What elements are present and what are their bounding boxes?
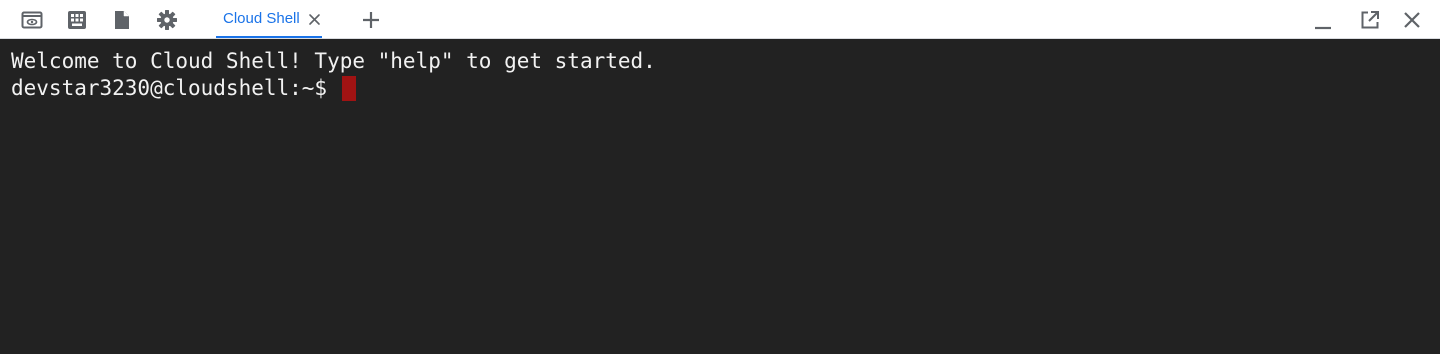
file-icon[interactable] xyxy=(110,8,134,32)
welcome-message: Welcome to Cloud Shell! Type "help" to g… xyxy=(11,49,656,73)
close-tab-icon[interactable] xyxy=(308,13,321,26)
terminal-cursor xyxy=(342,76,357,101)
keyboard-icon[interactable] xyxy=(65,8,89,32)
tab-label: Cloud Shell xyxy=(223,10,300,27)
open-in-new-window-icon[interactable] xyxy=(1358,8,1382,32)
close-icon[interactable] xyxy=(1400,8,1424,32)
terminal-output[interactable]: Welcome to Cloud Shell! Type "help" to g… xyxy=(0,40,1440,354)
shell-prompt: devstar3230@cloudshell:~$ xyxy=(11,76,328,100)
tab-cloud-shell[interactable]: Cloud Shell xyxy=(216,0,322,38)
cloud-shell-toolbar: Cloud Shell xyxy=(0,0,1440,39)
gear-icon[interactable] xyxy=(155,8,179,32)
minimize-icon[interactable] xyxy=(1311,8,1335,32)
add-tab-icon[interactable] xyxy=(359,8,383,32)
prompt-line: devstar3230@cloudshell:~$ xyxy=(11,75,1440,102)
web-preview-icon[interactable] xyxy=(20,8,44,32)
